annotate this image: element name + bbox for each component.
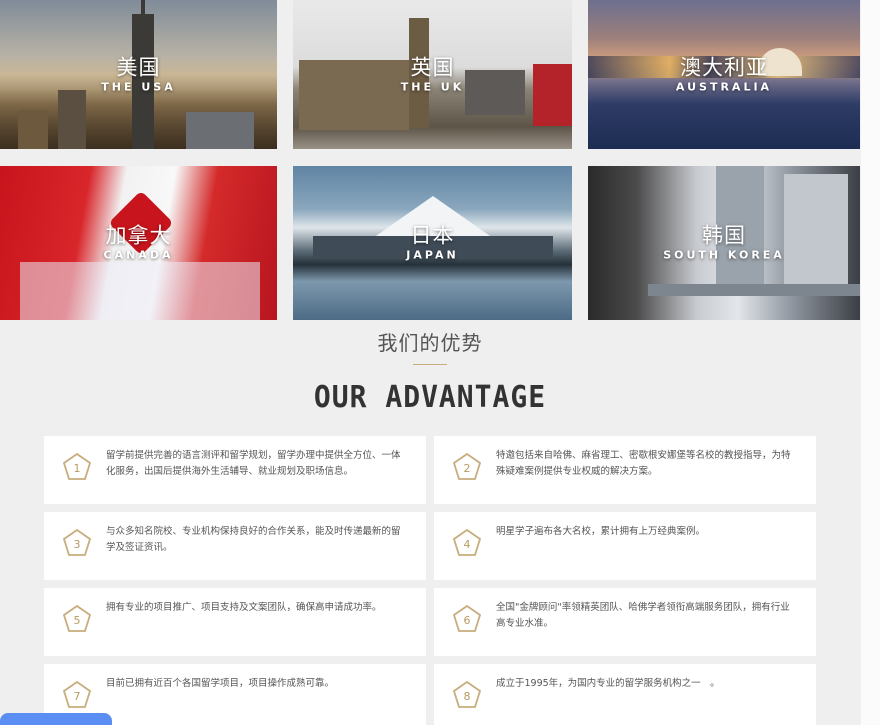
skyline-decoration [18, 110, 48, 149]
advantage-card-6[interactable]: 6 全国"金牌顾问"率领精英团队、哈佛学者领衔高端服务团队，拥有行业高专业水准。 [434, 588, 816, 656]
overpass-decoration [648, 284, 860, 296]
advantage-title-en: OUR ADVANTAGE [313, 378, 547, 415]
country-tile-japan[interactable]: 日本 JAPAN [293, 166, 572, 320]
advantage-card-5[interactable]: 5 拥有专业的项目推广、项目支持及文案团队，确保高申请成功率。 [44, 588, 426, 656]
svg-text:3: 3 [74, 538, 81, 551]
tile-title-cn: 美国 [116, 55, 161, 79]
pentagon-number-icon: 5 [62, 604, 92, 634]
advantage-card-1[interactable]: 1 留学前提供完善的语言测评和留学规划，留学办理中提供全方位、一体化服务，出国后… [44, 436, 426, 504]
svg-text:8: 8 [464, 690, 471, 703]
country-tile-south-korea[interactable]: 韩国 SOUTH KOREA [588, 166, 860, 320]
country-tile-usa[interactable]: 美国 THE USA [0, 0, 277, 149]
tile-title-en: CANADA [103, 248, 174, 262]
tile-title-cn: 英国 [410, 55, 455, 79]
pentagon-number-icon: 6 [452, 604, 482, 634]
skyline-decoration [186, 112, 254, 149]
advantage-text: 留学前提供完善的语言测评和留学规划，留学办理中提供全方位、一体化服务，出国后提供… [106, 450, 401, 477]
svg-text:5: 5 [74, 614, 81, 627]
advantage-text: 目前已拥有近百个各国留学项目，项目操作成熟可靠。 [106, 678, 335, 689]
scrollbar-track[interactable] [860, 0, 880, 725]
tile-title-cn: 韩国 [702, 223, 746, 248]
tile-title-cn: 澳大利亚 [680, 55, 768, 79]
pentagon-number-icon: 7 [62, 680, 92, 710]
pentagon-number-icon: 1 [62, 452, 92, 482]
advantage-card-8[interactable]: 8 成立于1995年，为国内专业的留学服务机构之一 。 [434, 664, 816, 725]
advantage-card-2[interactable]: 2 特邀包括来自哈佛、麻省理工、密歇根安娜堡等名校的教授指导，为特殊疑难案例提供… [434, 436, 816, 504]
tile-title-en: JAPAN [406, 248, 459, 262]
title-divider [413, 364, 447, 365]
country-tile-uk[interactable]: 英国 THE UK [293, 0, 572, 149]
page-content: 美国 THE USA 英国 THE UK 澳大利亚 AUSTRALIA 加拿大 … [0, 0, 860, 725]
pentagon-number-icon: 4 [452, 528, 482, 558]
tile-title-en: AUSTRALIA [675, 80, 773, 93]
svg-text:2: 2 [464, 462, 471, 475]
floating-chat-button[interactable] [0, 713, 112, 725]
advantage-card-4[interactable]: 4 明星学子遍布各大名校，累计拥有上万经典案例。 [434, 512, 816, 580]
pentagon-number-icon: 3 [62, 528, 92, 558]
tile-title-en: SOUTH KOREA [663, 248, 785, 262]
tile-title-cn: 日本 [410, 223, 455, 248]
country-tile-australia[interactable]: 澳大利亚 AUSTRALIA [588, 0, 860, 149]
skyline-decoration [141, 0, 145, 16]
svg-text:1: 1 [74, 462, 81, 475]
country-tile-canada[interactable]: 加拿大 CANADA [0, 166, 277, 320]
advantage-card-3[interactable]: 3 与众多知名院校、专业机构保持良好的合作关系，能及时传递最新的留学及签证资讯。 [44, 512, 426, 580]
svg-text:4: 4 [464, 538, 471, 551]
advantage-text: 与众多知名院校、专业机构保持良好的合作关系，能及时传递最新的留学及签证资讯。 [106, 526, 401, 553]
skyline-decoration [58, 90, 86, 149]
parliament-overlay-decoration [20, 262, 260, 320]
tile-title-en: THE USA [101, 80, 176, 93]
tile-title-en: THE UK [400, 80, 465, 93]
advantage-text: 特邀包括来自哈佛、麻省理工、密歇根安娜堡等名校的教授指导，为特殊疑难案例提供专业… [496, 450, 791, 477]
svg-text:7: 7 [74, 690, 81, 703]
advantage-text: 明星学子遍布各大名校，累计拥有上万经典案例。 [496, 526, 706, 537]
pentagon-number-icon: 8 [452, 680, 482, 710]
advantage-text: 全国"金牌顾问"率领精英团队、哈佛学者领衔高端服务团队，拥有行业高专业水准。 [496, 602, 790, 629]
advantage-text: 成立于1995年，为国内专业的留学服务机构之一 。 [496, 678, 720, 689]
advantage-text: 拥有专业的项目推广、项目支持及文案团队，确保高申请成功率。 [106, 602, 382, 613]
svg-text:6: 6 [464, 614, 471, 627]
advantage-title-cn: 我们的优势 [377, 331, 483, 355]
pentagon-number-icon: 2 [452, 452, 482, 482]
tile-title-cn: 加拿大 [105, 223, 172, 248]
